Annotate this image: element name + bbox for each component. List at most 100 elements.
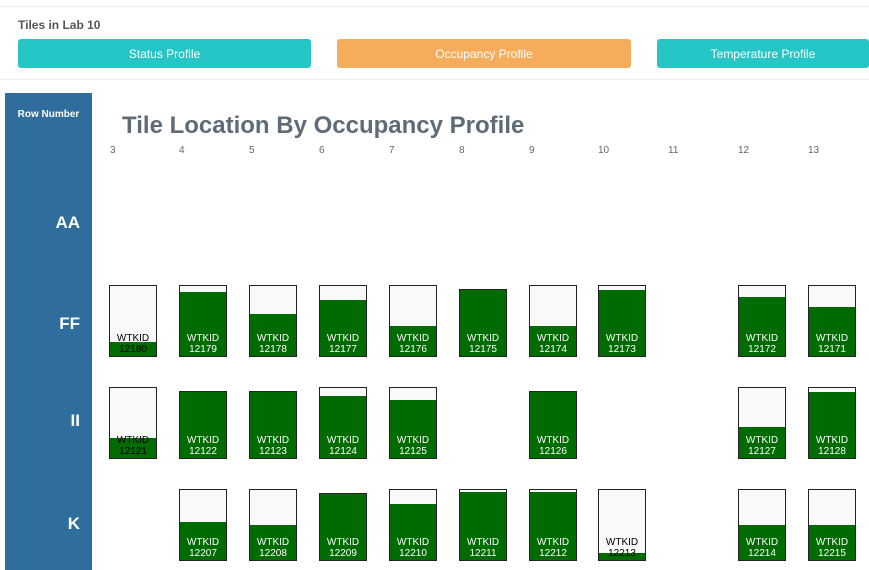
tile-prefix: WTKID: [326, 333, 360, 344]
tile-label: WTKID 12211: [460, 537, 506, 559]
tile-id: 12175: [469, 344, 497, 355]
tile-12209[interactable]: WTKID 12209: [319, 493, 367, 561]
tile-12176[interactable]: WTKID 12176: [389, 285, 437, 357]
tile-id: 12176: [399, 344, 427, 355]
column-label: 6: [319, 145, 325, 156]
tile-12178[interactable]: WTKID 12178: [249, 285, 297, 357]
tile-prefix: WTKID: [466, 333, 500, 344]
tile-prefix: WTKID: [815, 333, 849, 344]
tile-label: WTKID 12171: [809, 333, 855, 355]
tile-prefix: WTKID: [256, 333, 290, 344]
tile-label: WTKID 12121: [110, 435, 156, 457]
tile-12172[interactable]: WTKID 12172: [738, 285, 786, 357]
tile-prefix: WTKID: [536, 435, 570, 446]
header-divider: [0, 79, 869, 80]
header-panel: Tiles in Lab 10 Status Profile Occupancy…: [0, 0, 869, 76]
tile-label: WTKID 12122: [180, 435, 226, 457]
tile-12173[interactable]: WTKID 12173: [598, 285, 646, 357]
tile-prefix: WTKID: [466, 537, 500, 548]
tile-12207[interactable]: WTKID 12207: [179, 489, 227, 561]
tile-12125[interactable]: WTKID 12125: [389, 387, 437, 459]
tile-id: 12210: [399, 548, 427, 559]
tile-label: WTKID 12124: [320, 435, 366, 457]
column-label: 12: [738, 145, 750, 156]
tile-12180[interactable]: WTKID 12180: [109, 285, 157, 357]
tile-prefix: WTKID: [536, 537, 570, 548]
tile-prefix: WTKID: [116, 435, 150, 446]
tile-label: WTKID 12174: [530, 333, 576, 355]
tile-id: 12214: [748, 548, 776, 559]
occupancy-profile-tab[interactable]: Occupancy Profile: [337, 39, 631, 68]
tile-prefix: WTKID: [326, 435, 360, 446]
chart-title: Tile Location By Occupancy Profile: [122, 112, 525, 139]
tile-prefix: WTKID: [186, 435, 220, 446]
tile-12213[interactable]: WTKID 12213: [598, 489, 646, 561]
tile-12127[interactable]: WTKID 12127: [738, 387, 786, 459]
tile-prefix: WTKID: [116, 333, 150, 344]
column-label: 4: [179, 145, 185, 156]
tile-prefix: WTKID: [396, 435, 430, 446]
row-label-ii: II: [70, 411, 80, 430]
tile-id: 12172: [748, 344, 776, 355]
tile-label: WTKID 12177: [320, 333, 366, 355]
column-label: 10: [598, 145, 610, 156]
tile-12126[interactable]: WTKID 12126: [529, 391, 577, 459]
tile-prefix: WTKID: [256, 435, 290, 446]
tile-id: 12173: [608, 344, 636, 355]
temperature-profile-tab[interactable]: Temperature Profile: [657, 39, 869, 68]
column-label: 11: [668, 145, 679, 156]
tile-prefix: WTKID: [186, 333, 220, 344]
tile-prefix: WTKID: [396, 537, 430, 548]
tile-label: WTKID 12207: [180, 537, 226, 559]
tile-label: WTKID 12208: [250, 537, 296, 559]
tile-id: 12128: [818, 446, 846, 457]
tile-12214[interactable]: WTKID 12214: [738, 489, 786, 561]
tile-12174[interactable]: WTKID 12174: [529, 285, 577, 357]
tile-prefix: WTKID: [745, 333, 779, 344]
tile-label: WTKID 12180: [110, 333, 156, 355]
tile-12210[interactable]: WTKID 12210: [389, 489, 437, 561]
tile-12177[interactable]: WTKID 12177: [319, 285, 367, 357]
tile-id: 12207: [189, 548, 217, 559]
tile-prefix: WTKID: [815, 537, 849, 548]
tile-label: WTKID 12178: [250, 333, 296, 355]
tile-prefix: WTKID: [326, 537, 360, 548]
tile-12171[interactable]: WTKID 12171: [808, 285, 856, 357]
tile-id: 12123: [259, 446, 287, 457]
tile-prefix: WTKID: [605, 333, 639, 344]
status-profile-tab[interactable]: Status Profile: [18, 39, 311, 68]
tile-id: 12212: [539, 548, 567, 559]
tile-id: 12174: [539, 344, 567, 355]
tile-12121[interactable]: WTKID 12121: [109, 387, 157, 459]
tile-12212[interactable]: WTKID 12212: [529, 489, 577, 561]
tile-id: 12127: [748, 446, 776, 457]
tile-id: 12126: [539, 446, 567, 457]
column-label: 13: [808, 145, 820, 156]
tile-prefix: WTKID: [256, 537, 290, 548]
tile-label: WTKID 12123: [250, 435, 296, 457]
tile-label: WTKID 12172: [739, 333, 785, 355]
tile-label: WTKID 12209: [320, 537, 366, 559]
tile-12122[interactable]: WTKID 12122: [179, 391, 227, 459]
tile-label: WTKID 12125: [390, 435, 436, 457]
tile-id: 12179: [189, 344, 217, 355]
tile-12211[interactable]: WTKID 12211: [459, 489, 507, 561]
tile-12208[interactable]: WTKID 12208: [249, 489, 297, 561]
column-label: 8: [459, 145, 465, 156]
tile-prefix: WTKID: [745, 537, 779, 548]
tile-12175[interactable]: WTKID 12175: [459, 289, 507, 357]
tile-12179[interactable]: WTKID 12179: [179, 285, 227, 357]
tile-12128[interactable]: WTKID 12128: [808, 387, 856, 459]
tile-12124[interactable]: WTKID 12124: [319, 387, 367, 459]
tile-id: 12213: [608, 548, 636, 559]
tile-12215[interactable]: WTKID 12215: [808, 489, 856, 561]
tile-prefix: WTKID: [536, 333, 570, 344]
tile-id: 12122: [189, 446, 217, 457]
tile-id: 12211: [469, 548, 497, 559]
column-label: 5: [249, 145, 255, 156]
tile-12123[interactable]: WTKID 12123: [249, 391, 297, 459]
tile-label: WTKID 12173: [599, 333, 645, 355]
tile-label: WTKID 12213: [599, 537, 645, 559]
column-label: 3: [110, 145, 116, 156]
tile-id: 12125: [399, 446, 427, 457]
